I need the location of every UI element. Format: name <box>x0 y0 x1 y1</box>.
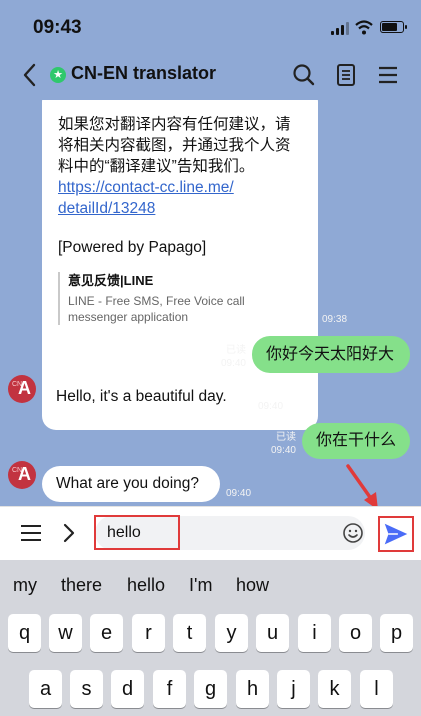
key-a[interactable]: a <box>29 670 62 708</box>
chat-header: ★ CN-EN translator <box>0 50 421 100</box>
key-d[interactable]: d <box>111 670 144 708</box>
read-receipt: 已读 <box>226 345 246 356</box>
message-time: 09:40 <box>258 401 284 412</box>
link-preview-card[interactable]: 意见反馈|LINE LINE - Free SMS, Free Voice ca… <box>58 272 302 325</box>
key-k[interactable]: k <box>318 670 351 708</box>
key-r[interactable]: r <box>132 614 165 652</box>
received-message[interactable]: Hello, it's a beautiful day. <box>42 379 252 415</box>
key-e[interactable]: e <box>90 614 123 652</box>
message-time: 09:38 <box>322 314 348 325</box>
battery-fill <box>382 23 397 31</box>
suggestion-item[interactable]: my <box>13 575 37 596</box>
chat-area[interactable]: 如果您对翻译内容有任何建议，请 将相关内容截图，并通过我个人资 料中的“翻译建议… <box>0 100 421 506</box>
official-star-badge-icon: ★ <box>50 67 66 83</box>
key-t[interactable]: t <box>173 614 206 652</box>
battery-icon <box>380 21 407 33</box>
message-time: 09:40 <box>220 358 246 369</box>
chevron-right-icon[interactable] <box>60 521 78 545</box>
avatar-letter: A <box>18 464 31 484</box>
key-h[interactable]: h <box>236 670 269 708</box>
bot-avatar[interactable]: CN A <box>8 375 36 403</box>
key-w[interactable]: w <box>49 614 82 652</box>
received-message[interactable]: What are you doing? <box>42 466 220 502</box>
sent-message[interactable]: 你好今天太阳好大 <box>252 336 410 373</box>
keyboard: my there hello I'm how q w e r t y u i o… <box>0 560 421 716</box>
hamburger-menu-icon[interactable] <box>20 523 42 543</box>
search-icon[interactable] <box>291 62 317 88</box>
key-p[interactable]: p <box>380 614 413 652</box>
wifi-icon <box>355 20 373 35</box>
link-preview-title: 意见反馈|LINE <box>68 273 154 288</box>
message-time: 09:40 <box>270 445 296 456</box>
info-text-line: 如果您对翻译内容有任何建议，请 <box>58 116 291 133</box>
bot-avatar[interactable]: CN A <box>8 461 36 489</box>
feedback-link-continued[interactable]: detailId/13248 <box>58 198 302 219</box>
message-time: 09:40 <box>226 488 252 499</box>
avatar-letter: A <box>18 378 31 398</box>
link-preview-description-line: messenger application <box>68 310 189 324</box>
key-y[interactable]: y <box>215 614 248 652</box>
status-bar: 09:43 <box>0 0 421 50</box>
message-input-bar <box>0 506 421 560</box>
key-j[interactable]: j <box>277 670 310 708</box>
chevron-left-icon[interactable] <box>18 62 42 88</box>
key-u[interactable]: u <box>256 614 289 652</box>
chat-title[interactable]: CN-EN translator <box>71 63 216 84</box>
suggestion-item[interactable]: there <box>61 575 102 596</box>
powered-by-text: [Powered by Papago] <box>58 239 207 256</box>
suggestion-item[interactable]: how <box>236 575 269 596</box>
sent-message[interactable]: 你在干什么 <box>302 423 410 459</box>
emoji-icon[interactable] <box>342 522 364 544</box>
suggestion-item[interactable]: I'm <box>189 575 212 596</box>
message-input[interactable] <box>95 516 365 550</box>
hamburger-menu-icon[interactable] <box>375 62 401 88</box>
info-text-line: 将相关内容截图，并通过我个人资 <box>58 137 291 154</box>
read-receipt: 已读 <box>276 432 296 443</box>
cellular-signal-icon <box>331 22 351 35</box>
key-q[interactable]: q <box>8 614 41 652</box>
status-time: 09:43 <box>33 17 82 38</box>
link-preview-description-line: LINE - Free SMS, Free Voice call <box>68 294 245 308</box>
key-s[interactable]: s <box>70 670 103 708</box>
link-preview-description: LINE - Free SMS, Free Voice call messeng… <box>68 293 302 325</box>
key-o[interactable]: o <box>339 614 372 652</box>
send-button[interactable] <box>378 516 414 552</box>
send-icon <box>384 523 408 545</box>
notes-icon[interactable] <box>333 62 359 88</box>
info-text-line: 料中的“翻译建议”告知我们。 <box>58 158 255 175</box>
key-g[interactable]: g <box>194 670 227 708</box>
key-i[interactable]: i <box>298 614 331 652</box>
key-l[interactable]: l <box>360 670 393 708</box>
feedback-link[interactable]: https://contact-cc.line.me/ <box>58 177 302 198</box>
suggestion-item[interactable]: hello <box>127 575 165 596</box>
key-f[interactable]: f <box>153 670 186 708</box>
